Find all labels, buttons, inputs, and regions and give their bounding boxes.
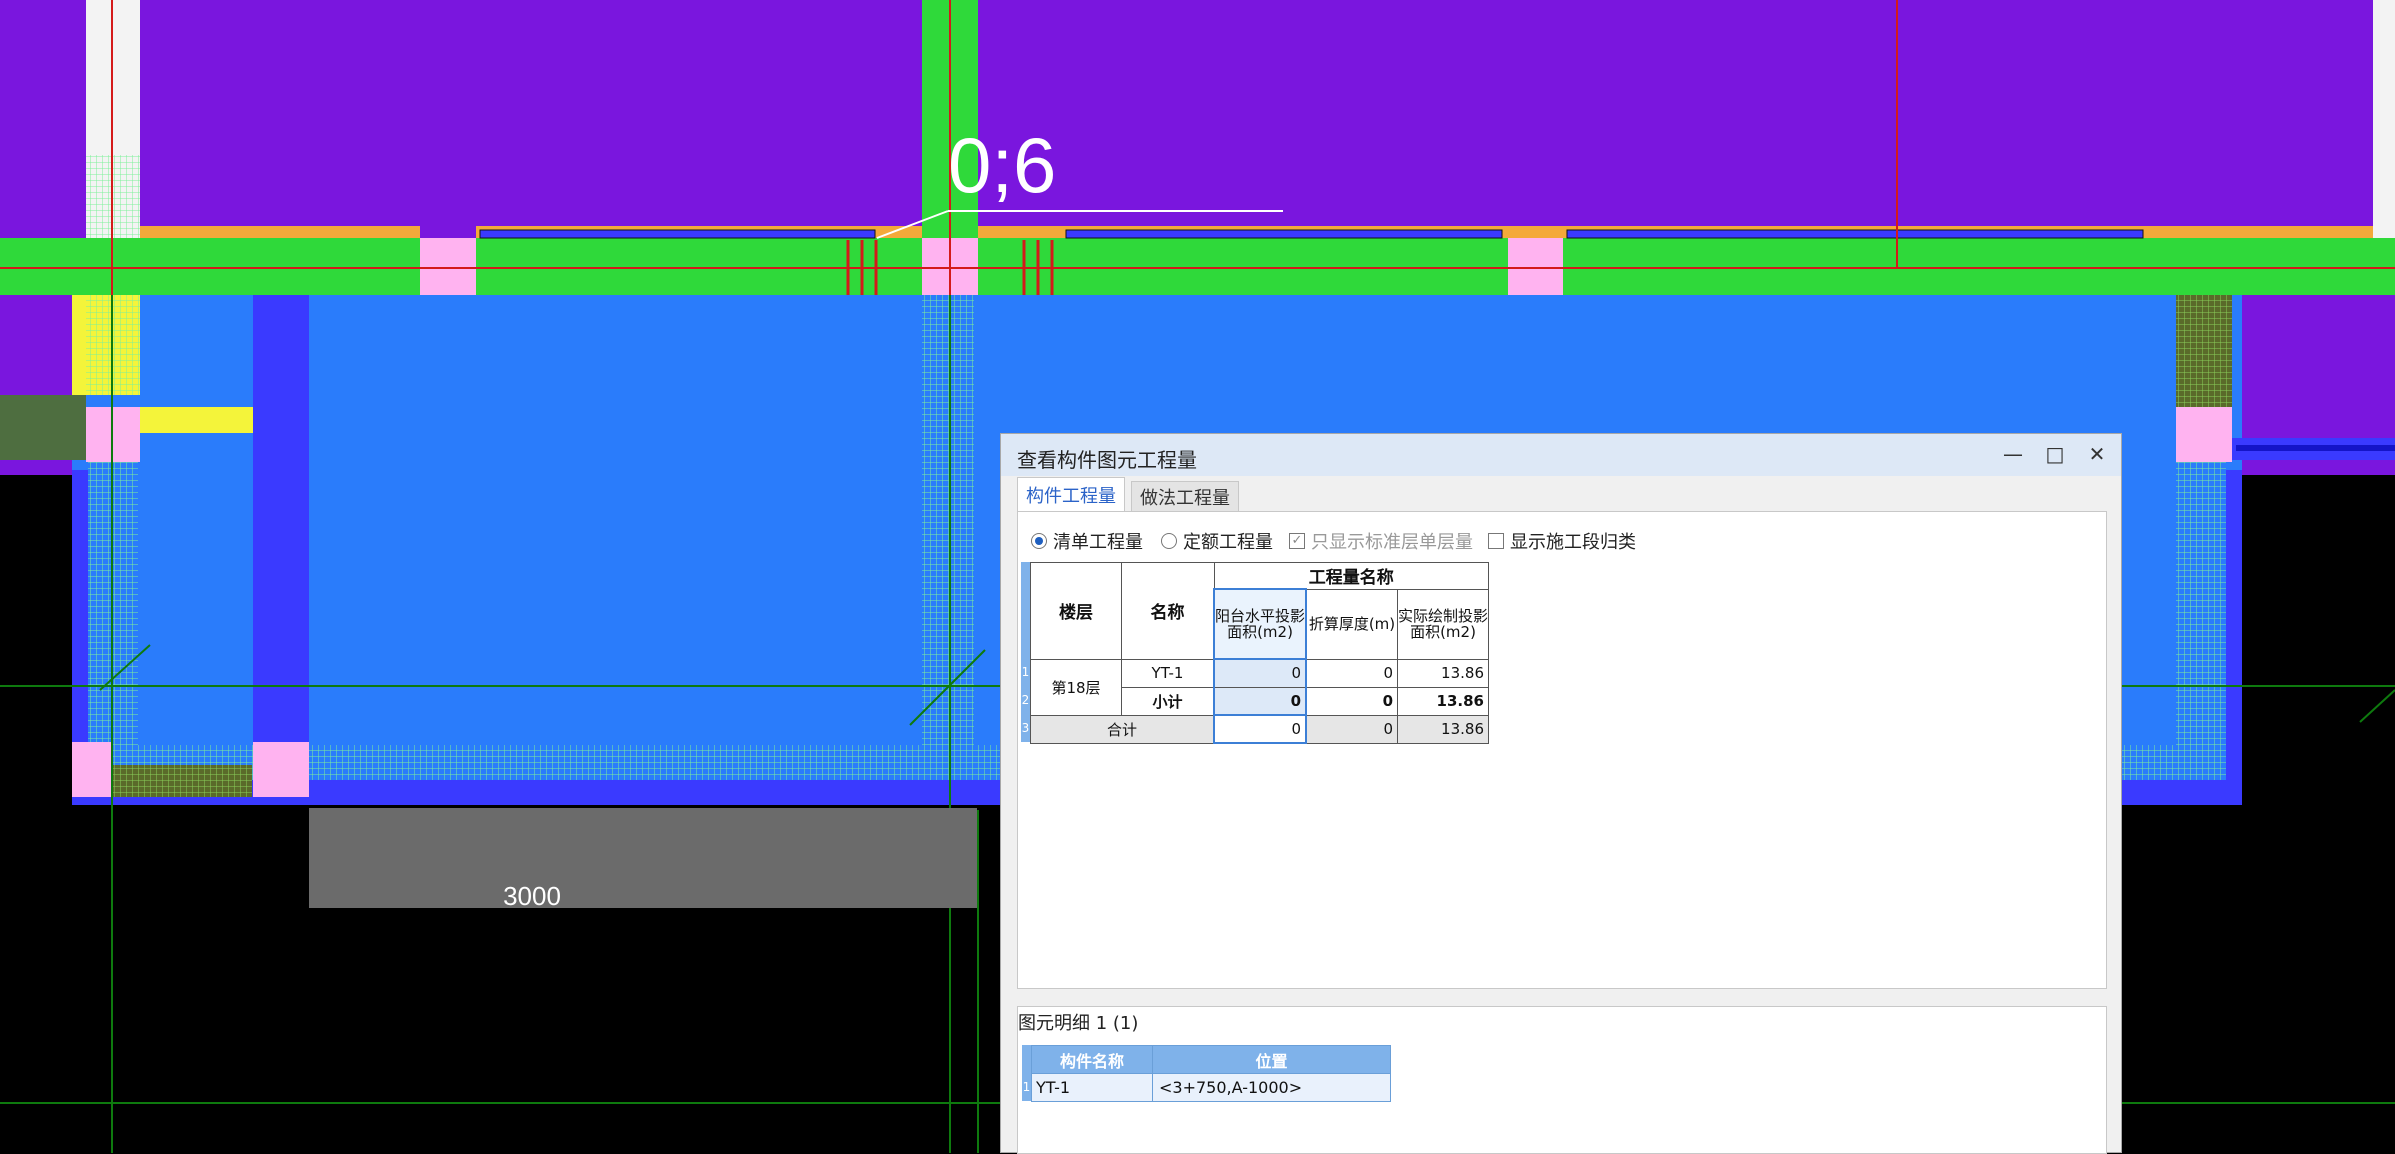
cell-row1-v3[interactable]: 13.86 — [1397, 658, 1489, 688]
pink-column-1[interactable] — [420, 238, 476, 295]
row-header-3[interactable]: 3 — [1021, 714, 1030, 742]
row-header-1[interactable]: 1 — [1021, 658, 1030, 686]
detail-header-position: 位置 — [1152, 1045, 1391, 1074]
orange-strip-1 — [140, 226, 420, 238]
pink-column-6[interactable] — [72, 742, 112, 797]
radio-quota-quantity[interactable]: 定额工程量 — [1161, 528, 1273, 554]
check-standard-floor: ✓ 只显示标准层单层量 — [1289, 528, 1473, 554]
orange-strip-5 — [1508, 226, 1563, 238]
window-frame-3 — [1566, 229, 2144, 239]
detail-row-header-blank — [1022, 1045, 1031, 1073]
grid-hatch-middle — [922, 295, 974, 745]
close-icon[interactable]: ✕ — [2080, 440, 2114, 468]
dark-hatch-bottom-left — [112, 765, 252, 797]
radio-unselected-icon[interactable] — [1161, 533, 1177, 549]
cell-row1-v1[interactable]: 0 — [1213, 658, 1307, 688]
radio-bill-quantity[interactable]: 清单工程量 — [1031, 528, 1143, 554]
header-floor: 楼层 — [1030, 562, 1122, 660]
detail-cell-name[interactable]: YT-1 — [1031, 1073, 1153, 1102]
cell-row2-v2[interactable]: 0 — [1305, 686, 1398, 716]
radio-bill-label: 清单工程量 — [1053, 532, 1143, 553]
header-col-thickness[interactable]: 折算厚度(m) — [1305, 588, 1398, 660]
tab-component-quantity[interactable]: 构件工程量 — [1017, 477, 1125, 511]
dialog-titlebar[interactable]: 查看构件图元工程量 — □ ✕ — [1001, 434, 2121, 476]
detail-table: 构件名称 位置 YT-1 <3+750,A-1000> — [1031, 1045, 1391, 1102]
dimension-box — [309, 808, 977, 908]
window-frame-1 — [479, 229, 876, 239]
detail-cell-position[interactable]: <3+750,A-1000> — [1152, 1073, 1391, 1102]
detail-title: 图元明细 1 (1) — [1018, 1013, 1139, 1034]
blue-band-right-inner — [2236, 445, 2395, 451]
row-header-2[interactable]: 2 — [1021, 686, 1030, 714]
window-frame-2 — [1065, 229, 1503, 239]
gray-block-left — [0, 395, 86, 460]
cell-subtotal-label[interactable]: 小计 — [1121, 686, 1215, 716]
dialog-title: 查看构件图元工程量 — [1017, 448, 1197, 472]
header-col-projected-area[interactable]: 阳台水平投影面积(m2) — [1213, 588, 1307, 660]
cell-name-yt1[interactable]: YT-1 — [1121, 658, 1215, 688]
cell-floor[interactable]: 第18层 — [1030, 658, 1122, 716]
checkbox-checked-disabled-icon: ✓ — [1289, 533, 1305, 549]
header-quantity-name: 工程量名称 — [1213, 562, 1489, 590]
cell-row3-v3[interactable]: 13.86 — [1397, 714, 1489, 744]
header-name: 名称 — [1121, 562, 1215, 660]
cell-row3-v1[interactable]: 0 — [1213, 714, 1307, 744]
pink-column-5[interactable] — [2176, 407, 2232, 462]
blue-border-right — [2226, 470, 2242, 805]
tab-method-quantity[interactable]: 做法工程量 — [1131, 481, 1239, 511]
dark-hatch-right — [2176, 295, 2232, 410]
dimension-label: 3000 — [503, 881, 561, 911]
checkbox-unchecked-icon[interactable] — [1488, 533, 1504, 549]
radio-quota-label: 定额工程量 — [1183, 532, 1273, 553]
cell-total-label[interactable]: 合计 — [1030, 714, 1215, 744]
maximize-icon[interactable]: □ — [2038, 440, 2072, 468]
green-beam[interactable] — [0, 238, 2395, 295]
radio-selected-icon[interactable] — [1031, 533, 1047, 549]
orange-strip-3 — [978, 226, 1062, 238]
cell-row1-v2[interactable]: 0 — [1305, 658, 1398, 688]
axis-label: 0;6 — [948, 121, 1056, 209]
cell-row2-v3[interactable]: 13.86 — [1397, 686, 1489, 716]
pink-column-7[interactable] — [253, 742, 309, 797]
pink-column-3[interactable] — [1508, 238, 1563, 295]
cell-row3-v2[interactable]: 0 — [1305, 714, 1398, 744]
grid-hatch-right — [2176, 460, 2226, 745]
white-strip-right — [2373, 0, 2395, 240]
blue-column-left — [253, 295, 309, 765]
detail-header-name: 构件名称 — [1031, 1045, 1153, 1074]
cell-row2-v1[interactable]: 0 — [1213, 686, 1307, 716]
quantity-table: 楼层 名称 工程量名称 阳台水平投影面积(m2) 折算厚度(m) 实际绘制投影面… — [1030, 562, 1489, 744]
quantity-dialog: 查看构件图元工程量 — □ ✕ 构件工程量 做法工程量 清单工程量 定额工程量 … — [1000, 433, 2122, 1154]
detail-row-header-1[interactable]: 1 — [1022, 1073, 1031, 1101]
check-section-group[interactable]: 显示施工段归类 — [1488, 528, 1636, 554]
check-standard-floor-label: 只显示标准层单层量 — [1311, 532, 1473, 553]
header-col-drawn-area[interactable]: 实际绘制投影面积(m2) — [1397, 588, 1489, 660]
row-header-blank — [1021, 562, 1030, 658]
yellow-bar — [140, 407, 253, 433]
check-section-group-label: 显示施工段归类 — [1510, 532, 1636, 553]
orange-strip-7 — [2143, 226, 2373, 238]
minimize-icon[interactable]: — — [1996, 440, 2030, 468]
